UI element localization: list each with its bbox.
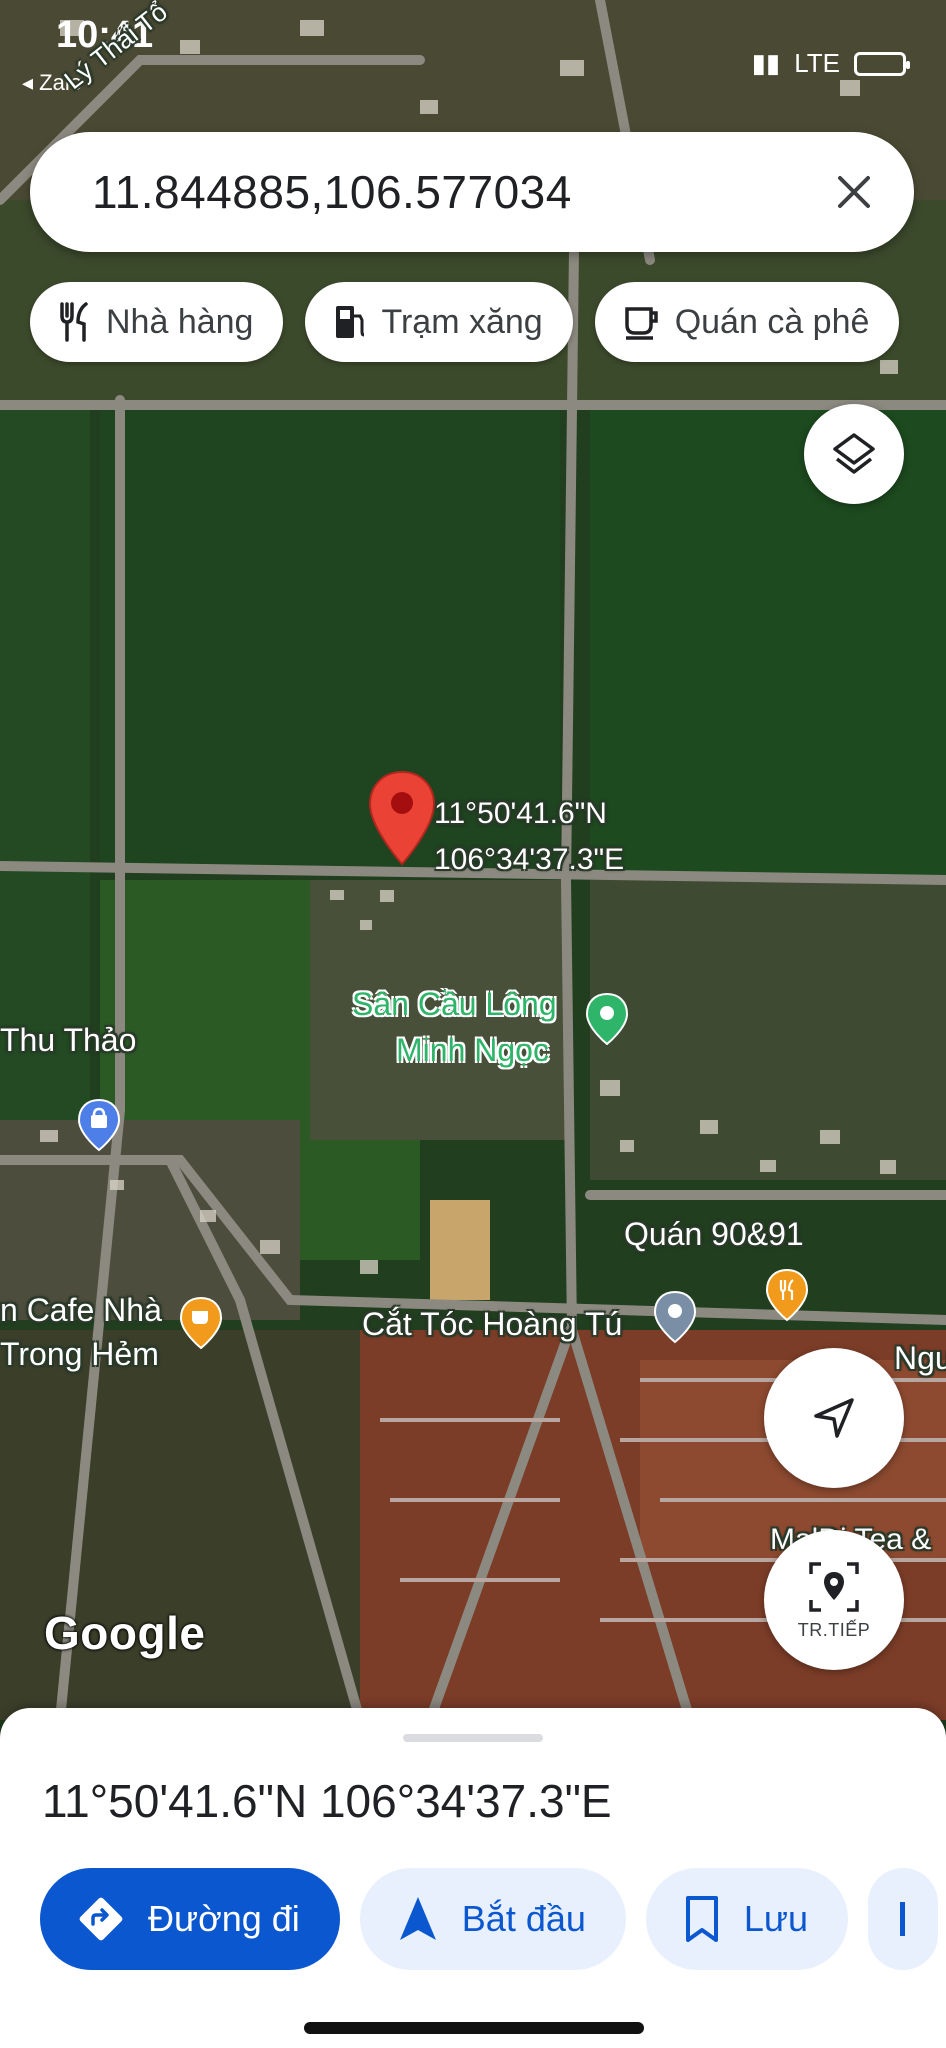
place-label[interactable]: Trong Hẻm [0,1332,159,1376]
chip-gas-stations[interactable]: Trạm xăng [305,282,573,362]
pin-latitude: 11°50'41.6"N [434,797,607,830]
network-type: LTE [794,48,840,78]
more-actions-button[interactable] [868,1868,939,1970]
place-sheet[interactable]: 11°50'41.6"N 106°34'37.3"E Đường đi Bắt … [0,1708,946,2048]
coordinates-title: 11°50'41.6"N 106°34'37.3"E [42,1775,612,1827]
place-label[interactable]: n Cafe Nhà [0,1288,162,1332]
battery-icon [854,51,910,76]
pin-longitude: 106°34'37.3"E [434,843,625,876]
google-logo: Google [44,1607,206,1659]
chip-restaurants[interactable]: Nhà hàng [30,282,284,362]
cafe-pin-icon[interactable] [178,1296,224,1350]
action-buttons: Đường đi Bắt đầu Lưu [40,1868,939,1970]
chip-coffee[interactable]: Quán cà phê [594,282,900,362]
chip-label: Nhà hàng [106,302,254,341]
restaurant-icon [60,302,88,342]
signal-icon: ▮▮ [751,48,781,78]
service-pin-icon[interactable] [652,1290,698,1344]
my-location-button[interactable] [764,1348,904,1488]
directions-icon [79,1897,123,1941]
shopping-pin-icon[interactable] [76,1098,122,1152]
category-chips: Nhà hàng Trạm xăng Quán cà phê [30,282,900,362]
close-icon[interactable] [824,162,884,222]
place-label[interactable]: Ngu [894,1336,946,1380]
chip-label: Quán cà phê [674,302,870,341]
place-label[interactable]: Thu Thảo [0,1018,136,1062]
bookmark-icon [685,1896,718,1942]
coffee-icon [624,307,658,340]
status-indicators: ▮▮ LTE [751,48,910,79]
chip-label: Trạm xăng [381,302,543,341]
live-view-icon [809,1561,859,1612]
sports-place-pin-icon[interactable] [584,992,630,1046]
action-label: Bắt đầu [461,1898,586,1939]
action-label: Đường đi [148,1898,300,1939]
place-label[interactable]: Sân Cầu Lông [352,982,557,1026]
action-label: Lưu [743,1898,809,1939]
search-bar[interactable]: 11.844885,106.577034 [30,132,914,252]
place-label[interactable]: Minh Ngọc [396,1028,549,1072]
share-icon [900,1902,906,1936]
save-button[interactable]: Lưu [645,1868,849,1970]
navigation-arrow-icon [399,1897,436,1940]
start-button[interactable]: Bắt đầu [359,1868,626,1970]
navigation-arrow-icon [814,1398,854,1438]
directions-button[interactable]: Đường đi [40,1868,340,1970]
sheet-grabber[interactable] [403,1734,543,1742]
location-pin-icon[interactable] [368,770,436,866]
layers-icon [833,433,875,474]
place-label[interactable]: Quán 90&91 [624,1212,804,1256]
live-view-label: TR.TIẾP [797,1619,871,1640]
live-view-button[interactable]: TR.TIẾP [764,1530,904,1670]
search-input[interactable]: 11.844885,106.577034 [92,165,824,219]
restaurant-pin-icon[interactable] [764,1268,810,1322]
layers-button[interactable] [804,404,904,504]
map-view[interactable]: 10:41 ◂ Zalo ▮▮ LTE Lý Thái Tổ 11.844885… [0,0,946,1720]
place-label[interactable]: Cắt Tóc Hoàng Tú [362,1302,622,1346]
gas-station-icon [336,306,365,338]
home-indicator[interactable] [304,2022,644,2034]
